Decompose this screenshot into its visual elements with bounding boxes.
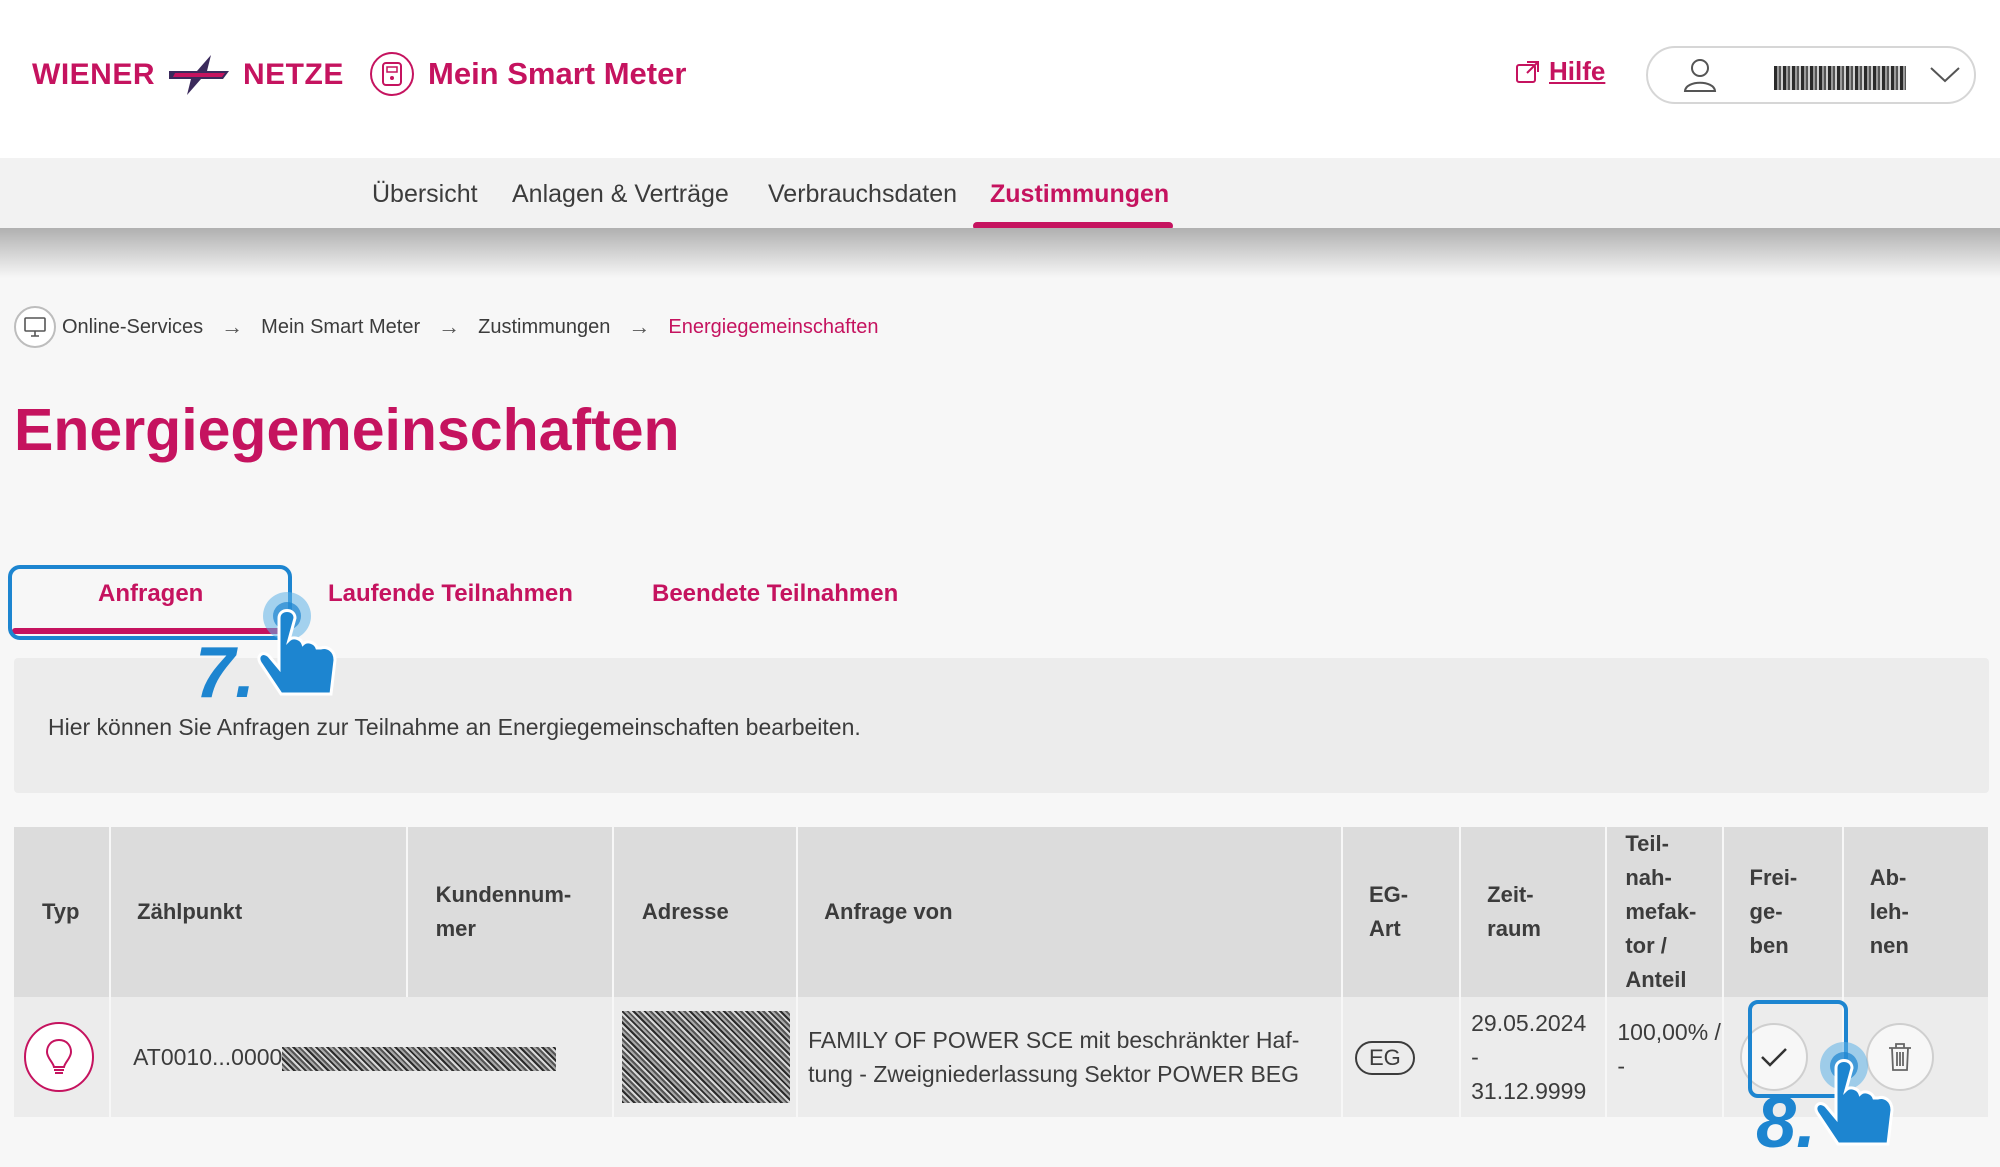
arrow-right-icon: → (628, 314, 651, 339)
cell-zeitraum: 29.05.2024 - 31.12.9999 (1460, 997, 1608, 1117)
nav-item-verbrauchsdaten[interactable]: Verbrauchsdaten (768, 180, 957, 209)
nav-item-zustimmungen[interactable]: Zustimmungen (990, 180, 1169, 209)
breadcrumb-current: Energiegemeinschaften (668, 315, 879, 338)
smart-meter-icon (370, 52, 414, 96)
chevron-down-icon (1930, 67, 1960, 83)
help-link[interactable]: Hilfe (1515, 56, 1605, 87)
user-menu-button[interactable] (1646, 46, 1976, 104)
header-eg-art: EG- Art (1341, 827, 1462, 997)
header-freigeben: Frei- ge- ben (1722, 827, 1844, 997)
cell-anteil: 100,00% / - (1606, 997, 1724, 1117)
header-typ-label: Typ (42, 899, 80, 924)
anteil-value: 100,00% / (1617, 1019, 1721, 1045)
header-ablehnen-label: Ab- leh- nen (1869, 865, 1909, 958)
user-icon (1683, 59, 1717, 92)
header-adresse: Adresse (612, 827, 799, 997)
header-zeitraum: Zeit- raum (1460, 827, 1608, 997)
nav-item-uebersicht[interactable]: Übersicht (372, 180, 478, 209)
page-title: Energiegemeinschaften (14, 397, 680, 463)
header-kundennummer: Kundennum- mer (406, 827, 614, 997)
header-adresse-label: Adresse (641, 899, 729, 924)
address-redacted (621, 1011, 790, 1103)
header-teilnahmefaktor-label: Teil- nah- mefak- tor / Anteil (1625, 831, 1697, 992)
breadcrumb: Online-Services → Mein Smart Meter → Zus… (14, 306, 879, 348)
cell-anfrage-von: FAMILY OF POWER SCE mit beschränkter Haf… (797, 997, 1343, 1117)
requests-table: Typ Zählpunkt Kundennum- mer Adresse Anf… (14, 827, 1991, 1117)
external-link-icon (1516, 60, 1539, 83)
table-row: AT0010...0000 FAMILY OF POWER SCE mit be… (14, 997, 1991, 1117)
header-kundennummer-label: Kundennum- mer (435, 882, 572, 941)
nav-item-anlagen-vertraege[interactable]: Anlagen & Verträge (512, 180, 729, 209)
user-name-redacted (1774, 66, 1906, 90)
anteil-separator: - (1617, 1053, 1626, 1079)
header-zaehlpunkt: Zählpunkt (110, 827, 408, 997)
cell-typ (14, 997, 112, 1117)
nav-shadow (0, 228, 2000, 278)
header-zeitraum-label: Zeit- raum (1487, 882, 1541, 941)
hand-pointer-icon (1814, 1042, 1894, 1146)
zeitraum-end: 31.12.9999 (1471, 1078, 1587, 1104)
header-anfrage-von-label: Anfrage von (824, 899, 953, 924)
cell-adresse (612, 997, 799, 1117)
step-8-marker: 8. (1752, 1030, 1902, 1165)
eg-art-badge: EG (1354, 1040, 1415, 1075)
help-label: Hilfe (1549, 56, 1606, 86)
monitor-icon (14, 306, 56, 348)
main-navigation: Übersicht Anlagen & Verträge Verbrauchsd… (0, 158, 2000, 228)
breadcrumb-mein-smart-meter[interactable]: Mein Smart Meter (261, 316, 420, 339)
tab-beendete-teilnahmen[interactable]: Beendete Teilnahmen (652, 580, 898, 608)
arrow-right-icon: → (438, 314, 461, 339)
zeitraum-separator: - (1471, 1044, 1479, 1070)
arrow-right-icon: → (221, 314, 244, 339)
logo-mark-icon (169, 55, 229, 95)
cell-eg-art: EG (1341, 997, 1462, 1117)
breadcrumb-zustimmungen[interactable]: Zustimmungen (478, 316, 610, 339)
zeitraum-start: 29.05.2024 (1471, 1010, 1587, 1036)
step-7-marker: 7. (195, 590, 345, 720)
top-header: WIENER NETZE Mein Smart Meter Hilfe (0, 0, 2000, 158)
logo-text-left: WIENER (32, 58, 155, 91)
zaehlpunkt-value: AT0010...0000 (133, 1044, 283, 1070)
tab-laufende-teilnahmen[interactable]: Laufende Teilnahmen (328, 580, 573, 608)
wiener-netze-logo[interactable]: WIENER NETZE (32, 50, 344, 100)
header-zaehlpunkt-label: Zählpunkt (137, 899, 243, 924)
zaehlpunkt-redacted (282, 1046, 557, 1071)
cell-zaehlpunkt: AT0010...0000 (110, 997, 614, 1117)
breadcrumb-online-services[interactable]: Online-Services (62, 316, 203, 339)
header-ablehnen: Ab- leh- nen (1842, 827, 1991, 997)
header-teilnahmefaktor: Teil- nah- mefak- tor / Anteil (1606, 827, 1724, 997)
lightbulb-icon (24, 1022, 94, 1092)
app-title: Mein Smart Meter (370, 52, 686, 96)
header-eg-art-label: EG- Art (1368, 882, 1409, 941)
app-title-text: Mein Smart Meter (428, 56, 687, 91)
anfrage-von-value: FAMILY OF POWER SCE mit beschränkter Haf… (808, 1027, 1300, 1087)
info-text: Hier können Sie Anfragen zur Teilnahme a… (48, 714, 861, 740)
header-typ: Typ (14, 827, 112, 997)
table-header-row: Typ Zählpunkt Kundennum- mer Adresse Anf… (14, 827, 1991, 997)
hand-pointer-icon (257, 592, 337, 696)
header-freigeben-label: Frei- ge- ben (1749, 865, 1798, 958)
header-anfrage-von: Anfrage von (797, 827, 1343, 997)
logo-text-right: NETZE (243, 58, 344, 91)
